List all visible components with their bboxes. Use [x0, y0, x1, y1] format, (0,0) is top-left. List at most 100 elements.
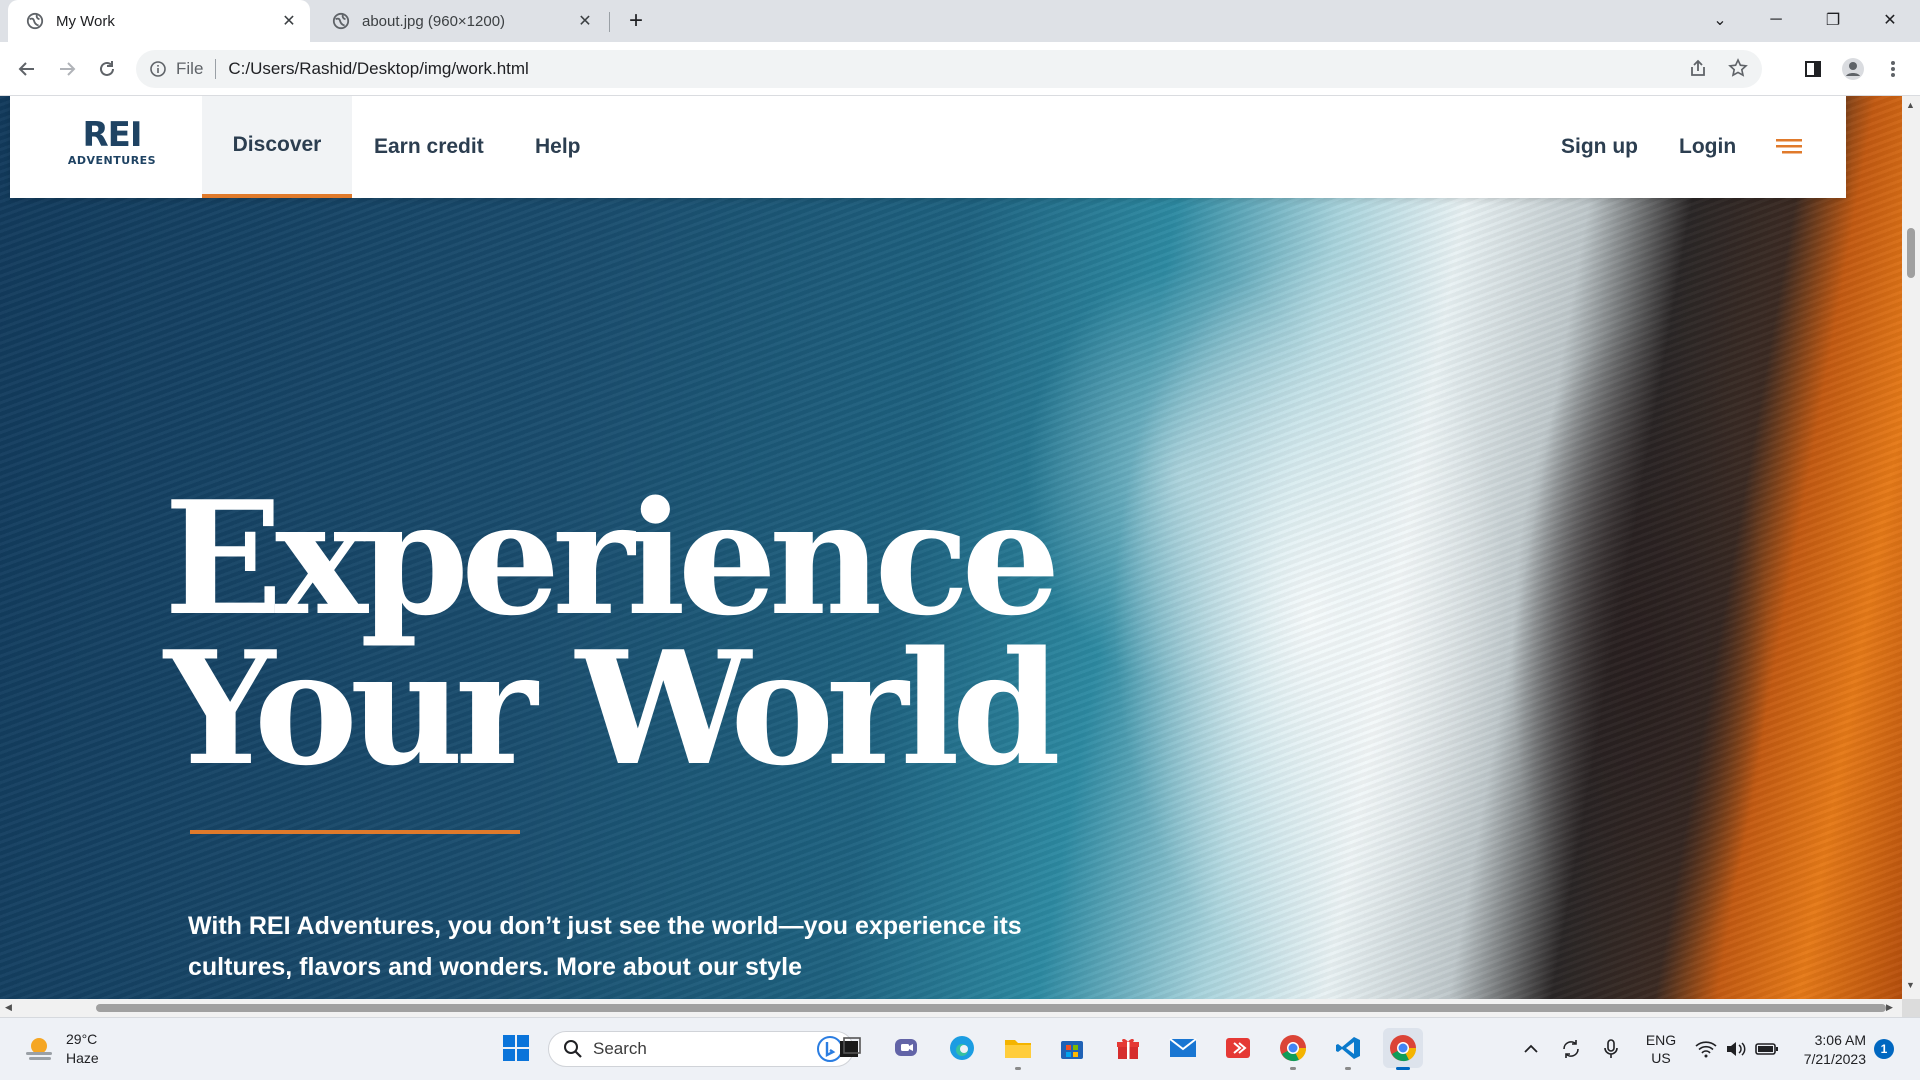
- nav-discover[interactable]: Discover: [202, 96, 352, 198]
- language-indicator[interactable]: ENG US: [1640, 1032, 1682, 1066]
- logo-subtitle: ADVENTURES: [67, 154, 157, 167]
- battery-icon: [1755, 1043, 1778, 1055]
- scroll-right-arrow-icon[interactable]: ▶: [1886, 1002, 1893, 1013]
- login-link[interactable]: Login: [1679, 96, 1736, 198]
- tab-title: My Work: [56, 12, 115, 30]
- haze-sun-icon: [26, 1038, 52, 1060]
- side-panel-icon: [1805, 61, 1821, 77]
- forward-button[interactable]: [52, 54, 82, 84]
- windows-start-icon: [503, 1035, 529, 1061]
- scroll-up-arrow-icon[interactable]: ▲: [1906, 100, 1915, 110]
- headline-line-1: Experience: [164, 467, 1061, 650]
- horizontal-scroll-thumb[interactable]: [96, 1004, 1886, 1012]
- hamburger-menu-icon[interactable]: [1776, 136, 1802, 156]
- gift-app-button[interactable]: [1108, 1028, 1148, 1068]
- mail-button[interactable]: [1163, 1028, 1203, 1068]
- chevron-up-icon: [1524, 1044, 1538, 1053]
- side-panel-button[interactable]: [1798, 54, 1828, 84]
- url-text[interactable]: C:/Users/Rashid/Desktop/img/work.html: [228, 59, 528, 79]
- chrome-active-button[interactable]: [1383, 1028, 1423, 1070]
- gift-icon: [1117, 1038, 1139, 1059]
- reload-icon: [100, 61, 114, 76]
- tab-my-work[interactable]: My Work ✕: [8, 0, 310, 42]
- vertical-scrollbar[interactable]: ▲ ▼: [1902, 96, 1920, 999]
- browser-toolbar: File C:/Users/Rashid/Desktop/img/work.ht…: [0, 42, 1920, 96]
- weather-widget[interactable]: 29°C Haze: [22, 1030, 99, 1068]
- browser-menu-button[interactable]: [1878, 54, 1908, 84]
- tab-about-jpg[interactable]: about.jpg (960×1200) ✕: [314, 0, 606, 42]
- teams-icon: [895, 1039, 917, 1056]
- minimize-button[interactable]: ─: [1748, 0, 1804, 40]
- volume-icon: [1727, 1042, 1746, 1056]
- file-explorer-button[interactable]: [998, 1028, 1038, 1070]
- arrow-right-icon: [60, 62, 76, 76]
- system-status-tray[interactable]: [1692, 1032, 1782, 1066]
- profile-icon: [1842, 58, 1864, 80]
- description-line-2[interactable]: cultures, flavors and wonders. More abou…: [188, 947, 1048, 988]
- new-tab-button[interactable]: +: [622, 7, 650, 35]
- headline-underline: [190, 830, 520, 834]
- arrow-left-icon: [18, 62, 34, 76]
- nav-help[interactable]: Help: [535, 96, 581, 198]
- windows-taskbar: 29°C Haze Search ENG US 3:06 AM 7/21/202…: [0, 1017, 1920, 1080]
- restore-button[interactable]: ❐: [1805, 0, 1861, 40]
- star-icon[interactable]: [1728, 58, 1748, 78]
- chrome-icon: [1280, 1035, 1307, 1062]
- chrome-icon: [1390, 1035, 1417, 1062]
- sync-tray-button[interactable]: [1556, 1032, 1586, 1066]
- close-tab-icon[interactable]: ✕: [276, 8, 302, 34]
- logo-wordmark: REI: [82, 115, 142, 155]
- search-icon: [564, 1040, 582, 1058]
- notification-badge[interactable]: 1: [1874, 1039, 1894, 1059]
- scrollbar-corner: [1902, 999, 1920, 1017]
- start-button[interactable]: [496, 1028, 536, 1068]
- vscode-icon: [1336, 1037, 1360, 1059]
- weather-condition: Haze: [66, 1050, 99, 1066]
- close-tab-icon[interactable]: ✕: [572, 8, 598, 34]
- show-hidden-icons-button[interactable]: [1518, 1032, 1544, 1066]
- url-divider: [215, 59, 217, 79]
- address-bar[interactable]: File C:/Users/Rashid/Desktop/img/work.ht…: [136, 50, 1762, 88]
- kebab-menu-icon: [1891, 61, 1895, 77]
- hero-headline: Experience Your World: [164, 467, 1064, 800]
- microsoft-store-button[interactable]: [1052, 1028, 1092, 1068]
- taskbar-search[interactable]: Search: [548, 1031, 854, 1067]
- headline-line-2: Your World: [164, 617, 1061, 800]
- store-icon: [1061, 1041, 1083, 1059]
- info-icon[interactable]: [148, 59, 168, 79]
- horizontal-scrollbar[interactable]: ◀ ▶: [0, 999, 1902, 1017]
- share-icon[interactable]: [1688, 58, 1708, 78]
- mail-icon: [1169, 1038, 1197, 1057]
- task-view-button[interactable]: [830, 1028, 870, 1068]
- rei-adventures-logo[interactable]: REI ADVENTURES: [62, 118, 162, 174]
- site-header: REI ADVENTURES Discover Earn credit Help…: [10, 96, 1846, 198]
- description-line-1: With REI Adventures, you don’t just see …: [188, 912, 1022, 940]
- page-viewport: REI ADVENTURES Discover Earn credit Help…: [0, 96, 1902, 999]
- keyboard-region: US: [1651, 1050, 1671, 1066]
- globe-icon: [332, 12, 350, 30]
- tab-separator: [609, 12, 610, 32]
- red-app-button[interactable]: [1218, 1028, 1258, 1068]
- vscode-button[interactable]: [1328, 1028, 1368, 1070]
- language-code: ENG: [1645, 1032, 1677, 1048]
- task-view-icon: [840, 1037, 861, 1057]
- url-scheme: File: [176, 59, 204, 78]
- system-clock[interactable]: 3:06 AM 7/21/2023: [1788, 1031, 1866, 1069]
- nav-earn-credit[interactable]: Earn credit: [374, 96, 484, 198]
- reload-button[interactable]: [92, 54, 122, 84]
- profile-button[interactable]: [1838, 54, 1868, 84]
- back-button[interactable]: [12, 54, 42, 84]
- vertical-scroll-thumb[interactable]: [1907, 228, 1915, 278]
- clock-date: 7/21/2023: [1803, 1051, 1866, 1067]
- teams-chat-button[interactable]: [886, 1028, 926, 1068]
- tab-strip: My Work ✕ about.jpg (960×1200) ✕ + ⌄ ─ ❐…: [0, 0, 1920, 42]
- search-label: Search: [593, 1039, 647, 1058]
- close-window-button[interactable]: ✕: [1862, 0, 1918, 40]
- tab-search-icon[interactable]: ⌄: [1692, 0, 1748, 40]
- scroll-down-arrow-icon[interactable]: ▼: [1906, 980, 1915, 990]
- edge-button[interactable]: [942, 1028, 982, 1068]
- microphone-tray-button[interactable]: [1598, 1032, 1624, 1066]
- scroll-left-arrow-icon[interactable]: ◀: [5, 1002, 12, 1013]
- chrome-button[interactable]: [1273, 1028, 1313, 1070]
- sign-up-link[interactable]: Sign up: [1561, 96, 1638, 198]
